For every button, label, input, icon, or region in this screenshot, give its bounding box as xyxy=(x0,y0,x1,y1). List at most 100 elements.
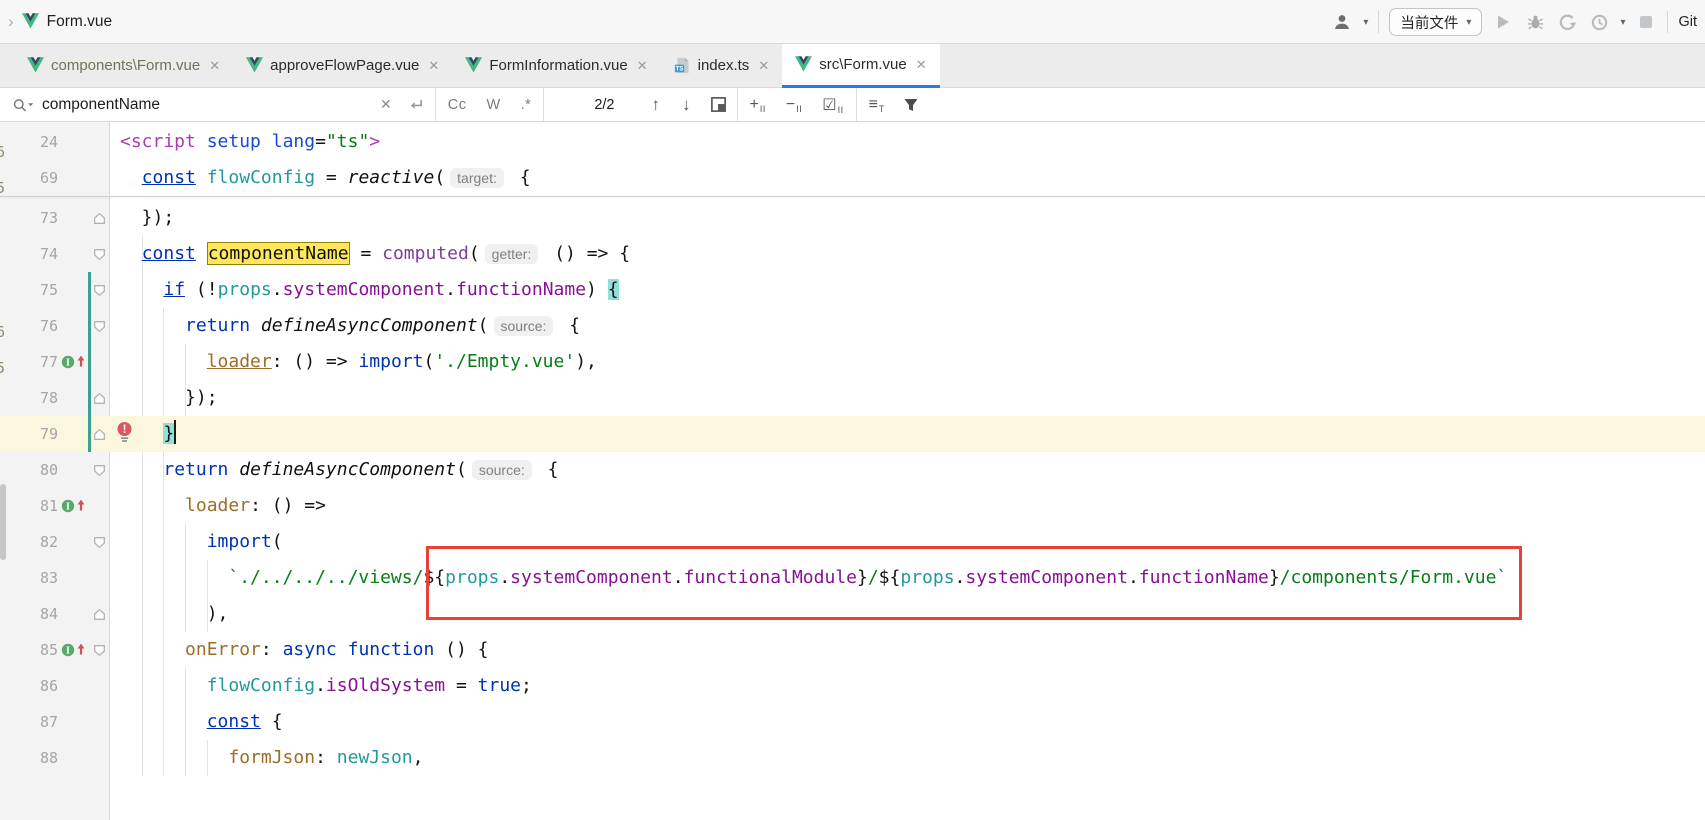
code-line-79[interactable]: 79! } xyxy=(0,416,1705,452)
line-number[interactable]: 80 xyxy=(0,452,58,488)
remove-occurrence-icon[interactable]: −II xyxy=(776,96,812,114)
line-number[interactable]: 75 xyxy=(0,272,58,308)
line-number[interactable]: 76 xyxy=(0,308,58,344)
tab-approveflowpage.vue[interactable]: approveFlowPage.vue✕ xyxy=(233,44,452,87)
code-text[interactable]: `./../../../views/${props.systemComponen… xyxy=(110,560,1507,596)
tab-components-form.vue[interactable]: components\Form.vue✕ xyxy=(14,44,233,87)
tab-close-icon[interactable]: ✕ xyxy=(637,58,648,74)
line-number[interactable]: 74 xyxy=(0,236,58,272)
implementation-arrow-icon[interactable]: I xyxy=(61,632,89,668)
code-text[interactable]: if (!props.systemComponent.functionName)… xyxy=(110,272,619,308)
regex-toggle[interactable]: .* xyxy=(511,97,542,113)
code-line-74[interactable]: 74 const componentName = computed(getter… xyxy=(0,236,1705,272)
implementation-arrow-icon[interactable]: I xyxy=(61,488,89,524)
fold-up-icon[interactable] xyxy=(92,596,109,632)
code-line-75[interactable]: 75 if (!props.systemComponent.functionNa… xyxy=(0,272,1705,308)
line-number[interactable]: 69 xyxy=(0,160,58,196)
open-in-window-icon[interactable] xyxy=(702,96,735,113)
filter-funnel-icon[interactable] xyxy=(895,97,927,113)
code-line-78[interactable]: 78 }); xyxy=(0,380,1705,416)
clear-search-icon[interactable]: ✕ xyxy=(372,96,400,113)
code-text[interactable]: import( xyxy=(110,524,283,560)
implementation-arrow-icon[interactable]: I xyxy=(61,344,89,380)
line-number[interactable]: 83 xyxy=(0,560,58,596)
line-number[interactable]: 79 xyxy=(0,416,58,452)
code-text[interactable]: }); xyxy=(110,200,174,236)
code-text[interactable]: <script setup lang="ts"> xyxy=(110,124,380,160)
fold-up-icon[interactable] xyxy=(92,200,109,236)
fold-up-icon[interactable] xyxy=(92,380,109,416)
tab-close-icon[interactable]: ✕ xyxy=(209,58,220,74)
search-options-icon[interactable] xyxy=(0,97,42,113)
add-occurrence-icon[interactable]: +II xyxy=(740,96,776,114)
code-text[interactable]: ), xyxy=(110,596,228,632)
line-number[interactable]: 77 xyxy=(0,344,58,380)
debug-icon[interactable] xyxy=(1524,11,1546,33)
code-text[interactable]: const { xyxy=(110,704,283,740)
line-number[interactable]: 24 xyxy=(0,124,58,160)
code-line-86[interactable]: 86 flowConfig.isOldSystem = true; xyxy=(0,668,1705,704)
previous-match-icon[interactable]: ↑ xyxy=(641,95,672,115)
code-text[interactable]: return defineAsyncComponent(source: { xyxy=(110,308,580,344)
fold-down-icon[interactable] xyxy=(92,272,109,308)
code-line-80[interactable]: 80 return defineAsyncComponent(source: { xyxy=(0,452,1705,488)
run-with-coverage-icon[interactable] xyxy=(1556,11,1578,33)
filter-lines-icon[interactable]: ≡T xyxy=(859,96,895,114)
code-line-87[interactable]: 87 const { xyxy=(0,704,1705,740)
code-text[interactable]: }); xyxy=(110,380,218,416)
code-text[interactable]: } xyxy=(110,416,176,452)
code-text[interactable]: onError: async function () { xyxy=(110,632,489,668)
code-text[interactable]: const flowConfig = reactive(target: { xyxy=(110,160,531,196)
words-toggle[interactable]: W xyxy=(476,97,510,113)
search-input[interactable] xyxy=(42,96,372,114)
line-number[interactable]: 86 xyxy=(0,668,58,704)
line-number[interactable]: 82 xyxy=(0,524,58,560)
code-line-73[interactable]: 73 }); xyxy=(0,200,1705,236)
stop-icon[interactable] xyxy=(1635,11,1657,33)
editor[interactable]: 24<script setup lang="ts">69 const flowC… xyxy=(0,122,1705,820)
code-text[interactable]: formJson: newJson, xyxy=(110,740,423,776)
code-text[interactable]: flowConfig.isOldSystem = true; xyxy=(110,668,532,704)
match-case-toggle[interactable]: Cc xyxy=(438,97,477,113)
line-number[interactable]: 88 xyxy=(0,740,58,776)
tab-close-icon[interactable]: ✕ xyxy=(916,57,927,73)
run-icon[interactable] xyxy=(1492,11,1514,33)
next-match-icon[interactable]: ↓ xyxy=(671,95,702,115)
code-line-84[interactable]: 84 ), xyxy=(0,596,1705,632)
tab-close-icon[interactable]: ✕ xyxy=(758,58,769,74)
code-line-81[interactable]: 81I loader: () => xyxy=(0,488,1705,524)
code-line-77[interactable]: 77I loader: () => import('./Empty.vue'), xyxy=(0,344,1705,380)
fold-down-icon[interactable] xyxy=(92,632,109,668)
line-number[interactable]: 84 xyxy=(0,596,58,632)
code-line-83[interactable]: 83 `./../../../views/${props.systemCompo… xyxy=(0,560,1705,596)
tab-src-form.vue[interactable]: src\Form.vue✕ xyxy=(782,44,939,88)
line-number[interactable]: 73 xyxy=(0,200,58,236)
fold-up-icon[interactable] xyxy=(92,416,109,452)
tab-forminformation.vue[interactable]: FormInformation.vue✕ xyxy=(452,44,660,87)
profiler-icon[interactable] xyxy=(1588,11,1610,33)
multiline-toggle-icon[interactable] xyxy=(400,97,433,112)
code-text[interactable]: return defineAsyncComponent(source: { xyxy=(110,452,558,488)
user-caret-icon[interactable]: ▾ xyxy=(1363,17,1368,28)
code-line-76[interactable]: 76 return defineAsyncComponent(source: { xyxy=(0,308,1705,344)
run-config-selector[interactable]: 当前文件 ▾ xyxy=(1389,8,1482,36)
fold-down-icon[interactable] xyxy=(92,452,109,488)
line-number[interactable]: 85 xyxy=(0,632,58,668)
tab-index.ts[interactable]: TSindex.ts✕ xyxy=(661,44,783,87)
tab-close-icon[interactable]: ✕ xyxy=(428,58,439,74)
code-line-24[interactable]: 24 <script setup lang="ts"> xyxy=(0,124,1705,160)
code-text[interactable]: const componentName = computed(getter: (… xyxy=(110,236,630,272)
fold-down-icon[interactable] xyxy=(92,236,109,272)
profiler-caret-icon[interactable]: ▾ xyxy=(1620,17,1625,28)
code-line-85[interactable]: 85I onError: async function () { xyxy=(0,632,1705,668)
code-line-88[interactable]: 88 formJson: newJson, xyxy=(0,740,1705,776)
code-text[interactable]: loader: () => import('./Empty.vue'), xyxy=(110,344,597,380)
git-menu[interactable]: Git xyxy=(1678,14,1699,30)
line-number[interactable]: 87 xyxy=(0,704,58,740)
select-occurrences-icon[interactable]: ☑II xyxy=(812,95,853,115)
line-number[interactable]: 81 xyxy=(0,488,58,524)
user-icon[interactable] xyxy=(1331,11,1353,33)
line-number[interactable]: 78 xyxy=(0,380,58,416)
code-line-69[interactable]: 69 const flowConfig = reactive(target: { xyxy=(0,160,1705,196)
fold-down-icon[interactable] xyxy=(92,524,109,560)
